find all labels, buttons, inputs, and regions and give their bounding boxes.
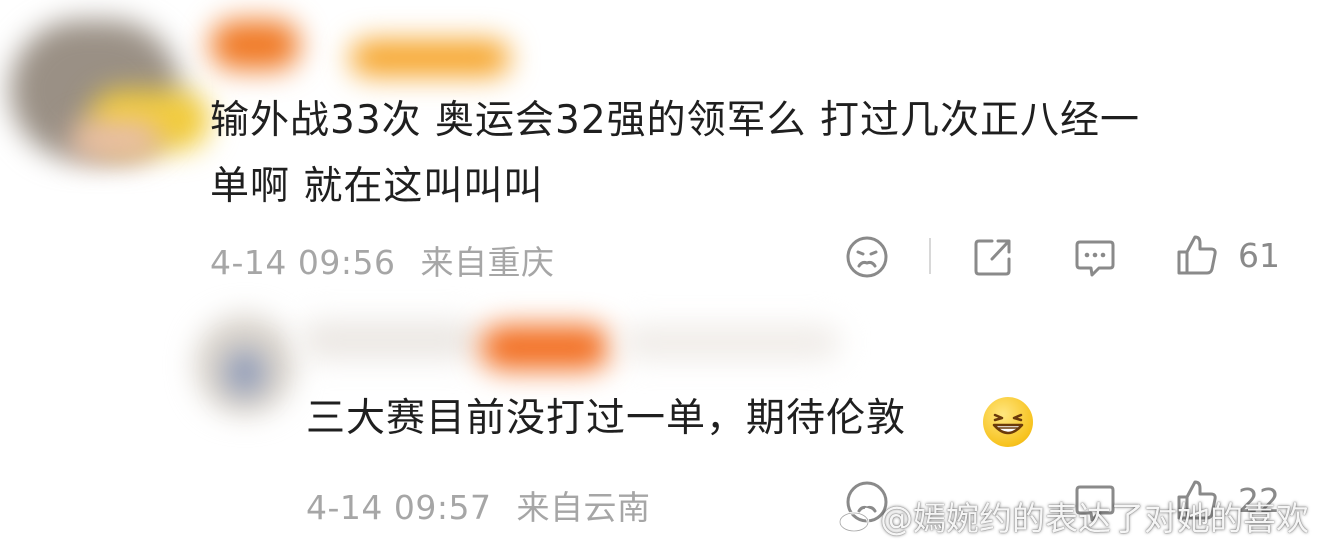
reply-time: 4-14 09:57 (306, 488, 492, 527)
weibo-logo-icon (838, 502, 876, 533)
share-icon (974, 239, 1011, 276)
like-button[interactable] (1174, 232, 1220, 278)
reply-button[interactable] (1072, 234, 1118, 280)
action-divider (929, 238, 931, 274)
share-button[interactable] (970, 234, 1016, 280)
dislike-button[interactable] (844, 234, 890, 280)
comment-text-line2: 单啊 就在这叫叫叫 (210, 164, 544, 209)
reply-meta: 4-14 09:57 来自云南 (306, 481, 651, 529)
reply-text-content: 三大赛目前没打过一单，期待伦敦 (306, 396, 907, 441)
comment-location: 来自重庆 (420, 243, 555, 282)
comment-text-line1: 输外战33次 奥运会32强的领军么 打过几次正八经一 (210, 98, 1141, 143)
reply-text: 三大赛目前没打过一单，期待伦敦 (306, 386, 906, 452)
reply-location: 来自云南 (516, 488, 651, 527)
frown-face-icon (846, 236, 888, 278)
grinning-squint-emoji (983, 397, 1033, 447)
comment-bubble-icon (1075, 240, 1115, 277)
like-count: 61 (1238, 236, 1280, 275)
comment-time: 4-14 09:56 (210, 243, 396, 282)
comment-meta: 4-14 09:56 来自重庆 (210, 236, 555, 284)
comment-text: 输外战33次 奥运会32强的领军么 打过几次正八经一 单啊 就在这叫叫叫 (210, 88, 1290, 220)
thumbs-up-icon (1177, 235, 1217, 275)
watermark-text: @嫣婉约的表达了对她的喜欢 (838, 492, 1309, 540)
watermark-label: @嫣婉约的表达了对她的喜欢 (880, 499, 1309, 538)
